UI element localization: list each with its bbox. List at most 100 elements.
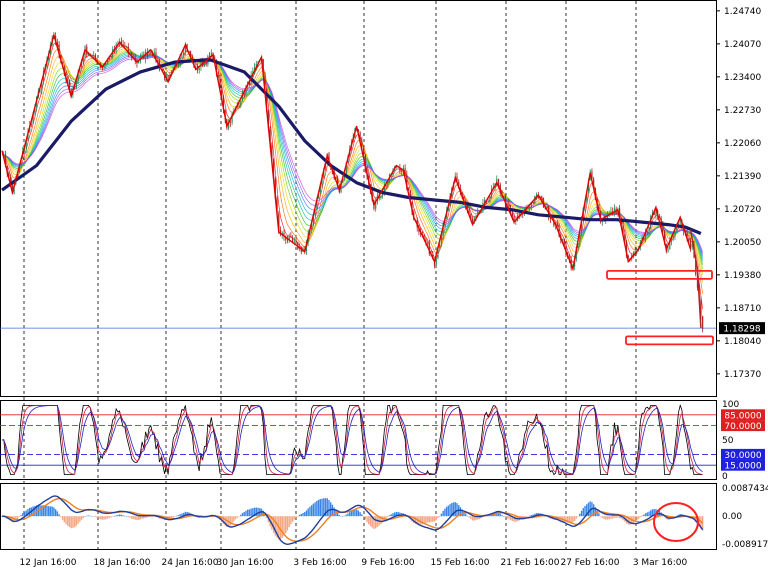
x-axis-label: 9 Feb 16:00: [361, 558, 415, 568]
macd-histogram-bar: [16, 516, 19, 519]
macd-histogram-bar: [98, 516, 100, 519]
main-y-tick-label: 1.22060: [724, 139, 761, 149]
candle-body: [181, 55, 183, 58]
macd-histogram-bar: [285, 516, 287, 534]
candle-body: [198, 67, 200, 71]
macd-histogram-bar: [587, 502, 590, 517]
macd-histogram-bar: [438, 515, 441, 517]
macd-histogram-bar: [333, 507, 335, 517]
main-y-tick-label: 1.22730: [724, 106, 761, 116]
macd-histogram-bar: [350, 511, 353, 517]
macd-histogram-bar: [73, 516, 76, 528]
macd-histogram-bar: [53, 507, 55, 517]
macd-histogram-bar: [86, 515, 88, 517]
macd-histogram-bar: [376, 516, 379, 527]
macd-histogram-bar: [338, 515, 341, 517]
macd-histogram-bar: [105, 516, 107, 520]
candle-body: [205, 62, 207, 65]
macd-histogram-bar: [643, 514, 645, 517]
candle-body: [529, 207, 531, 208]
macd-histogram-bar: [454, 502, 456, 517]
macd-histogram-bar: [127, 516, 129, 518]
macd-histogram-bar: [286, 516, 289, 531]
macd-histogram-bar: [48, 506, 50, 517]
macd-histogram-bar: [364, 516, 366, 520]
macd-histogram-bar: [108, 516, 110, 518]
macd-histogram-bar: [89, 515, 91, 517]
main-y-tick-label: 1.21390: [724, 172, 761, 182]
macd-histogram-bar: [67, 516, 69, 526]
candle-body: [93, 55, 95, 56]
macd-histogram-bar: [122, 515, 124, 517]
macd-histogram-bar: [243, 511, 245, 517]
candle-body: [229, 122, 231, 123]
main-y-tick-label: 1.20720: [724, 205, 761, 215]
macd-histogram-bar: [120, 514, 123, 517]
macd-histogram-bar: [499, 513, 501, 517]
macd-histogram-bar: [91, 515, 93, 517]
macd-histogram-bar: [106, 516, 109, 519]
macd-histogram-bar: [639, 516, 642, 518]
macd-histogram-bar: [503, 516, 505, 517]
candle-body: [150, 52, 152, 53]
macd-histogram-bar: [646, 512, 648, 517]
candle-body: [541, 196, 543, 198]
macd-histogram-bar: [305, 510, 308, 517]
macd-histogram-bar: [579, 513, 581, 517]
macd-histogram-bar: [134, 516, 136, 520]
candle-body: [380, 195, 382, 199]
macd-histogram-bar: [580, 510, 583, 517]
macd-histogram-bar: [345, 514, 347, 517]
rsi-level-label: 15.0000: [724, 462, 761, 472]
macd-histogram-bar: [617, 516, 619, 518]
main-y-tick-label: 1.20050: [724, 238, 761, 248]
macd-histogram-bar: [641, 515, 643, 517]
macd-histogram-bar: [177, 515, 180, 517]
macd-histogram-bar: [340, 515, 342, 517]
main-y-tick-label: 1.23400: [724, 73, 761, 83]
x-axis-label: 21 Feb 16:00: [500, 558, 559, 568]
macd-histogram-bar: [179, 514, 181, 517]
candle-body: [183, 52, 185, 56]
macd-histogram-bar: [309, 506, 311, 517]
macd-histogram-bar: [229, 516, 232, 526]
macd-histogram-bar: [426, 516, 429, 523]
macd-histogram-bar: [323, 498, 325, 517]
x-axis-label: 18 Jan 16:00: [94, 558, 151, 568]
macd-histogram-bar: [54, 509, 57, 517]
current-price-label: 1.18298: [723, 325, 760, 335]
candle-body: [295, 240, 297, 242]
macd-histogram-bar: [245, 510, 247, 517]
macd-histogram-bar: [530, 514, 533, 517]
macd-histogram-bar: [501, 515, 503, 517]
rsi-level-label: 70.0000: [724, 422, 761, 432]
macd-histogram-bar: [466, 515, 469, 517]
x-axis-label: 3 Mar 16:00: [633, 558, 688, 568]
macd-histogram-bar: [317, 499, 320, 517]
macd-histogram-bar: [51, 506, 53, 517]
macd-histogram-bar: [246, 509, 249, 517]
main-y-tick-label: 1.24740: [724, 7, 761, 17]
main-y-tick-label: 1.18710: [724, 304, 761, 314]
macd-histogram-bar: [442, 510, 444, 517]
macd-histogram-bar: [144, 516, 147, 518]
macd-histogram-bar: [77, 516, 79, 524]
rsi-level-label: 85.0000: [724, 411, 761, 421]
macd-histogram-bar: [354, 509, 356, 517]
macd-histogram-bar: [44, 505, 46, 517]
macd-histogram-bar: [92, 516, 95, 517]
macd-histogram-bar: [440, 513, 443, 517]
macd-histogram-bar: [231, 516, 233, 524]
macd-histogram-bar: [125, 516, 128, 517]
macd-histogram-bar: [79, 516, 81, 522]
macd-histogram-bar: [432, 516, 434, 522]
macd-histogram-bar: [101, 516, 104, 520]
macd-histogram-bar: [288, 516, 290, 528]
candle-body: [293, 240, 295, 242]
macd-histogram-bar: [60, 516, 62, 518]
x-axis-label: 12 Jan 16:00: [20, 558, 77, 568]
macd-histogram-bar: [433, 516, 436, 522]
candle-body: [556, 223, 558, 226]
macd-histogram-bar: [297, 516, 299, 517]
macd-histogram-bar: [368, 516, 370, 525]
